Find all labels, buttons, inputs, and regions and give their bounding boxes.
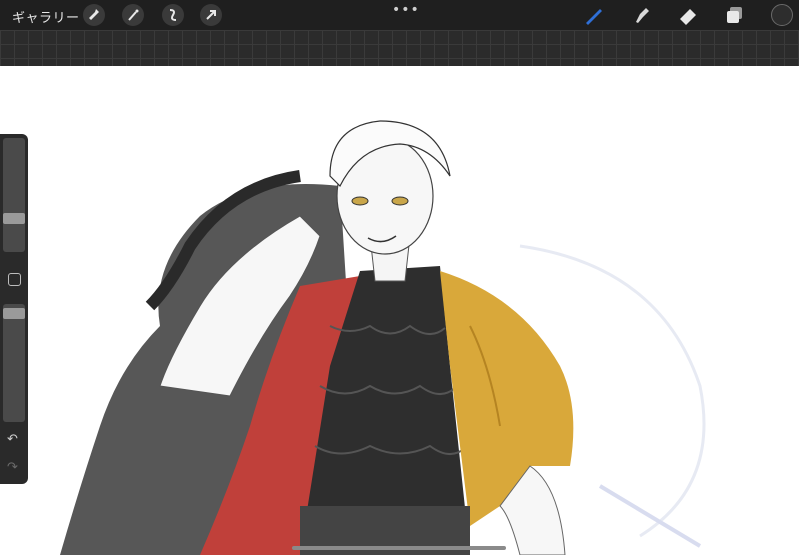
brush-size-thumb[interactable] xyxy=(3,213,25,224)
undo-icon[interactable]: ↶ xyxy=(7,432,18,447)
opacity-thumb[interactable] xyxy=(3,308,25,319)
gallery-button[interactable]: ギャラリー xyxy=(12,7,80,26)
wrench-icon[interactable] xyxy=(83,4,105,26)
canvas-grid-strip xyxy=(0,30,799,66)
top-toolbar: ギャラリー ••• xyxy=(0,0,799,30)
drawing-canvas[interactable] xyxy=(0,66,799,555)
opacity-slider[interactable] xyxy=(3,304,25,422)
transform-icon[interactable] xyxy=(200,4,222,26)
smudge-icon[interactable] xyxy=(630,4,652,26)
home-indicator[interactable] xyxy=(292,546,506,550)
redo-icon[interactable]: ↷ xyxy=(7,460,18,475)
color-picker-button[interactable] xyxy=(771,4,793,26)
eraser-icon[interactable] xyxy=(677,4,699,26)
more-options-icon[interactable]: ••• xyxy=(392,2,420,18)
magic-wand-icon[interactable] xyxy=(122,4,144,26)
layers-icon[interactable] xyxy=(724,4,746,26)
artwork xyxy=(60,120,706,555)
brush-size-slider[interactable] xyxy=(3,138,25,252)
selection-icon[interactable] xyxy=(162,4,184,26)
modify-button[interactable] xyxy=(8,273,21,286)
brush-icon[interactable] xyxy=(583,4,605,26)
left-sidebar: ↶ ↷ xyxy=(0,134,28,484)
